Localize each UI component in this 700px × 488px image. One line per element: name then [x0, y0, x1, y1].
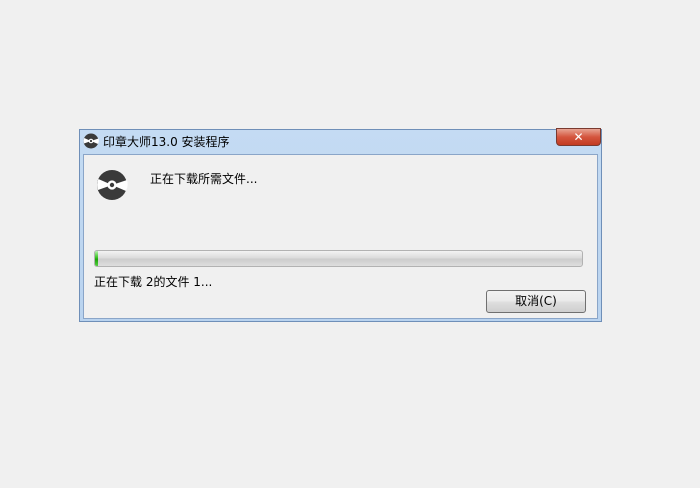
installer-window: 印章大师13.0 安装程序 ✕ 正在下载所需文件... 正在下载 2的文件 1.… — [79, 128, 602, 322]
dialog-content: 正在下载所需文件... 正在下载 2的文件 1... 取消(C) — [83, 154, 598, 319]
status-message: 正在下载所需文件... — [150, 172, 258, 186]
cancel-button[interactable]: 取消(C) — [486, 290, 586, 313]
close-button[interactable]: ✕ — [556, 128, 601, 146]
download-progress-bar — [94, 250, 583, 267]
file-progress-text: 正在下载 2的文件 1... — [94, 275, 213, 289]
window-title: 印章大师13.0 安装程序 — [103, 135, 230, 149]
close-icon: ✕ — [573, 130, 584, 144]
disc-icon — [83, 133, 99, 149]
title-bar[interactable]: 印章大师13.0 安装程序 ✕ — [80, 128, 601, 153]
disc-icon — [97, 170, 128, 200]
progress-fill — [95, 251, 98, 266]
